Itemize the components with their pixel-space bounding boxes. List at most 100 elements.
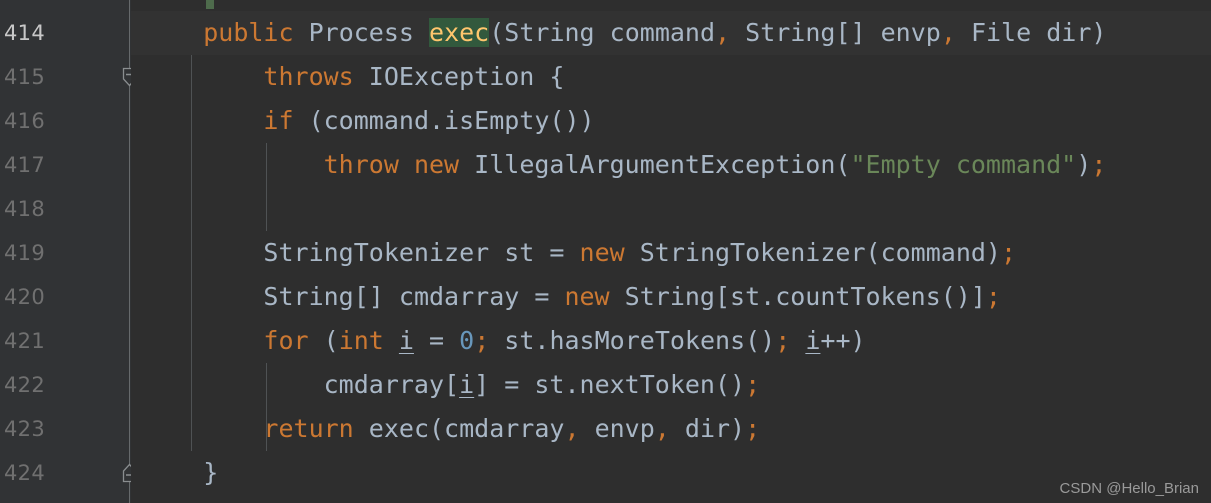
token-ident: ] = st.nextToken()	[474, 370, 746, 399]
token-ident: dir)	[1031, 18, 1107, 47]
token-semi: ;	[745, 414, 761, 443]
line-number: 414	[4, 21, 45, 45]
token-punc	[730, 18, 745, 47]
token-semi: ;	[1000, 238, 1017, 267]
token-punc	[610, 282, 625, 311]
token-semi: ;	[745, 370, 761, 399]
token-punc	[143, 326, 263, 355]
token-type: String	[504, 18, 595, 47]
code-line[interactable]: public Process exec(String command, Stri…	[131, 11, 1211, 55]
token-hl: exec	[429, 18, 490, 47]
code-line[interactable]: cmdarray[i] = st.nextToken();	[131, 363, 1211, 407]
token-type: StringTokenizer	[263, 238, 490, 267]
code-line-text: cmdarray[i] = st.nextToken();	[131, 370, 761, 399]
gutter-row[interactable]: 422	[0, 363, 131, 407]
gutter-row[interactable]: 419	[0, 231, 131, 275]
code-line[interactable]: if (command.isEmpty())	[131, 99, 1211, 143]
code-line[interactable]	[131, 187, 1211, 231]
token-kw: new	[579, 238, 625, 267]
token-punc	[414, 18, 429, 47]
line-number: 419	[4, 241, 45, 265]
gutter-row[interactable]: 416	[0, 99, 131, 143]
token-ident: (command)	[865, 238, 1001, 267]
code-line-text: if (command.isEmpty())	[131, 106, 594, 135]
token-kw: public	[203, 18, 294, 47]
token-kw: for	[263, 326, 309, 355]
token-ident: dir)	[669, 414, 746, 443]
gutter-row[interactable]: 415	[0, 55, 131, 99]
token-punc: (	[835, 150, 851, 179]
gutter-row[interactable]: 424	[0, 451, 131, 495]
token-ident: st =	[489, 238, 580, 267]
token-semi: ,	[715, 18, 731, 47]
token-ident: cmdarray[	[323, 370, 460, 399]
token-ident: envp	[579, 414, 655, 443]
token-num: 0	[459, 326, 475, 355]
token-ident: exec(cmdarray	[353, 414, 565, 443]
token-local: i	[398, 326, 414, 355]
token-punc	[143, 282, 263, 311]
token-punc: (	[489, 18, 505, 47]
token-ident: command	[594, 18, 716, 47]
token-str: "Empty command"	[850, 150, 1077, 179]
gutter-row[interactable]: 417	[0, 143, 131, 187]
token-punc: {	[534, 62, 565, 91]
token-kw: new	[413, 150, 460, 179]
token-ident: st.hasMoreTokens()	[489, 326, 776, 355]
token-punc	[143, 62, 263, 91]
clipped-previous-line	[0, 0, 1211, 11]
gutter-row[interactable]: 420	[0, 275, 131, 319]
code-line[interactable]: throw new IllegalArgumentException("Empt…	[131, 143, 1211, 187]
token-ident: ++)	[820, 326, 866, 355]
token-type: IllegalArgumentException	[474, 150, 836, 179]
token-punc	[956, 18, 971, 47]
code-line[interactable]: throws IOException {	[131, 55, 1211, 99]
token-semi: ;	[474, 326, 490, 355]
token-kw: if	[263, 106, 294, 135]
token-punc	[294, 18, 309, 47]
token-kw: throws	[263, 62, 354, 91]
code-line[interactable]: String[] cmdarray = new String[st.countT…	[131, 275, 1211, 319]
code-line[interactable]: return exec(cmdarray, envp, dir);	[131, 407, 1211, 451]
token-type: StringTokenizer	[639, 238, 866, 267]
line-number: 415	[4, 65, 45, 89]
code-line[interactable]: StringTokenizer st = new StringTokenizer…	[131, 231, 1211, 275]
token-semi: ;	[1091, 150, 1107, 179]
token-ident: [st.countTokens()]	[714, 282, 986, 311]
token-kw: throw	[323, 150, 399, 179]
gutter-top-strip	[0, 0, 131, 11]
code-line[interactable]: }	[131, 451, 1211, 495]
token-semi: ;	[985, 282, 1001, 311]
token-kw: return	[263, 414, 354, 443]
token-punc	[143, 106, 263, 135]
token-type: File	[970, 18, 1032, 47]
gutter-row[interactable]: 421	[0, 319, 131, 363]
line-number: 422	[4, 373, 45, 397]
token-punc: (	[308, 326, 339, 355]
token-punc	[790, 326, 805, 355]
code-line[interactable]: for (int i = 0; st.hasMoreTokens(); i++)	[131, 319, 1211, 363]
code-editor: 414 415 416 417 418 419 420 421 422 423 424 public…	[0, 0, 1211, 503]
line-number: 416	[4, 109, 45, 133]
token-punc	[625, 238, 640, 267]
line-number: 423	[4, 417, 45, 441]
gutter-row[interactable]: 414	[0, 11, 131, 55]
token-semi: ,	[564, 414, 580, 443]
line-number: 420	[4, 285, 45, 309]
code-line-text: return exec(cmdarray, envp, dir);	[131, 414, 760, 443]
token-punc	[143, 238, 263, 267]
code-line-text: for (int i = 0; st.hasMoreTokens(); i++)	[131, 326, 866, 355]
token-punc: }	[143, 458, 219, 487]
gutter-row[interactable]: 418	[0, 187, 131, 231]
token-semi: ,	[940, 18, 956, 47]
token-punc	[354, 62, 369, 91]
code-content[interactable]: public Process exec(String command, Stri…	[131, 11, 1211, 503]
line-number: 421	[4, 329, 45, 353]
code-line-text: public Process exec(String command, Stri…	[131, 18, 1106, 47]
editor-gutter[interactable]: 414 415 416 417 418 419 420 421 422 423 424	[0, 11, 131, 503]
token-punc	[143, 18, 203, 47]
line-number: 418	[4, 197, 45, 221]
token-punc	[143, 414, 263, 443]
gutter-row[interactable]: 423	[0, 407, 131, 451]
string-fragment-marker	[206, 0, 214, 9]
